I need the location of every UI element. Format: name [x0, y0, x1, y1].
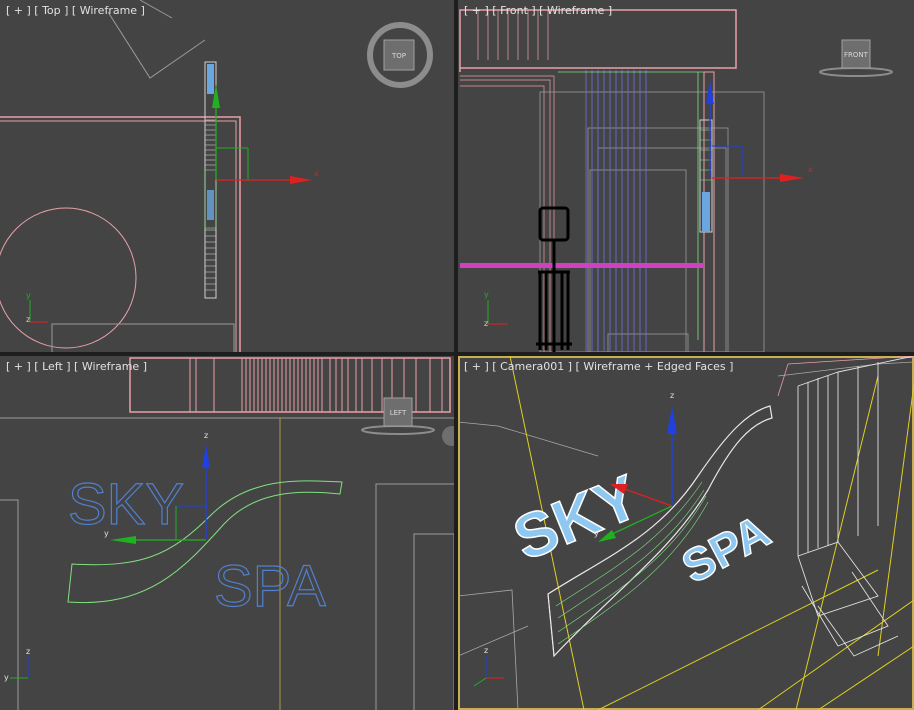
sign-word-sky-left: SKY [68, 472, 184, 537]
viewport-camera[interactable]: [ + ] [ Camera001 ] [ Wireframe + Edged … [458, 356, 914, 710]
sign-3d: SKY SPA [504, 462, 779, 594]
tripod-y-top: y [26, 291, 31, 300]
tripod-z-camera: z [484, 646, 488, 655]
viewport-top[interactable]: [ + ] [ Top ] [ Wireframe ] x TOP y z [0, 0, 454, 352]
front-view-canvas: x FRONT y z [459, 9, 893, 352]
gizmo-x-label-top: x [314, 169, 319, 178]
viewport-label-front[interactable]: [ + ] [ Front ] [ Wireframe ] [464, 4, 612, 17]
viewcube-front[interactable]: FRONT [819, 39, 893, 77]
left-view-canvas: SKY SPA z y LEFT z y [0, 357, 454, 710]
viewcube-top[interactable]: TOP [367, 22, 433, 88]
top-view-canvas: x TOP y z [0, 0, 433, 352]
viewcube-front-label: FRONT [844, 51, 869, 59]
sign-word-spa-left: SPA [214, 554, 326, 619]
tripod-y-left: y [4, 673, 9, 682]
viewport-label-camera[interactable]: [ + ] [ Camera001 ] [ Wireframe + Edged … [464, 360, 733, 373]
viewport-label-top[interactable]: [ + ] [ Top ] [ Wireframe ] [6, 4, 145, 17]
viewcube-left[interactable]: LEFT [361, 397, 435, 435]
gizmo-z-label-left: z [204, 431, 208, 440]
gizmo-z-label-camera: z [670, 391, 674, 400]
tripod-y-front: y [484, 290, 489, 299]
viewcube-top-label: TOP [391, 52, 406, 60]
gizmo-x-label-front: x [808, 165, 813, 174]
viewport-label-left[interactable]: [ + ] [ Left ] [ Wireframe ] [6, 360, 147, 373]
tripod-z-top: z [26, 315, 30, 324]
gizmo-y-label-camera: y [594, 529, 599, 538]
gizmo-y-label-left: y [104, 529, 109, 538]
viewport-front[interactable]: [ + ] [ Front ] [ Wireframe ] x FRONT y … [458, 0, 914, 352]
viewport-left[interactable]: [ + ] [ Left ] [ Wireframe ] SKY SPA z y… [0, 356, 454, 710]
sign-word-sky-camera: SKY [504, 462, 648, 574]
tripod-z-left: z [26, 647, 30, 656]
viewcube-left-label: LEFT [390, 409, 407, 417]
tripod-z-front: z [484, 319, 488, 328]
camera-view-canvas: SKY SPA z y z [458, 356, 914, 710]
